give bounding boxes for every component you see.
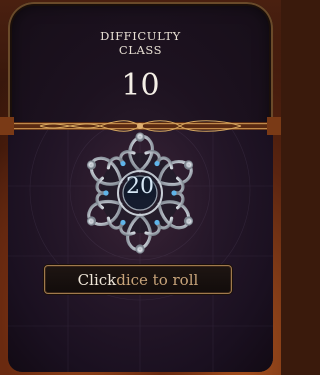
difficulty-class-label-line2: CLASS xyxy=(118,43,163,57)
roll-button-label-prefix: Click xyxy=(77,270,117,289)
roll-button-label-suffix: dice to roll xyxy=(116,270,199,289)
difficulty-class-value: 10 xyxy=(121,68,160,103)
difficulty-class-label-line1: DIFFICULTY xyxy=(100,29,181,43)
die-face-value: 20 xyxy=(126,174,154,199)
difficulty-class-label: DIFFICULTY CLASS xyxy=(0,29,281,57)
roll-dice-button[interactable]: Click dice to roll xyxy=(44,265,232,294)
